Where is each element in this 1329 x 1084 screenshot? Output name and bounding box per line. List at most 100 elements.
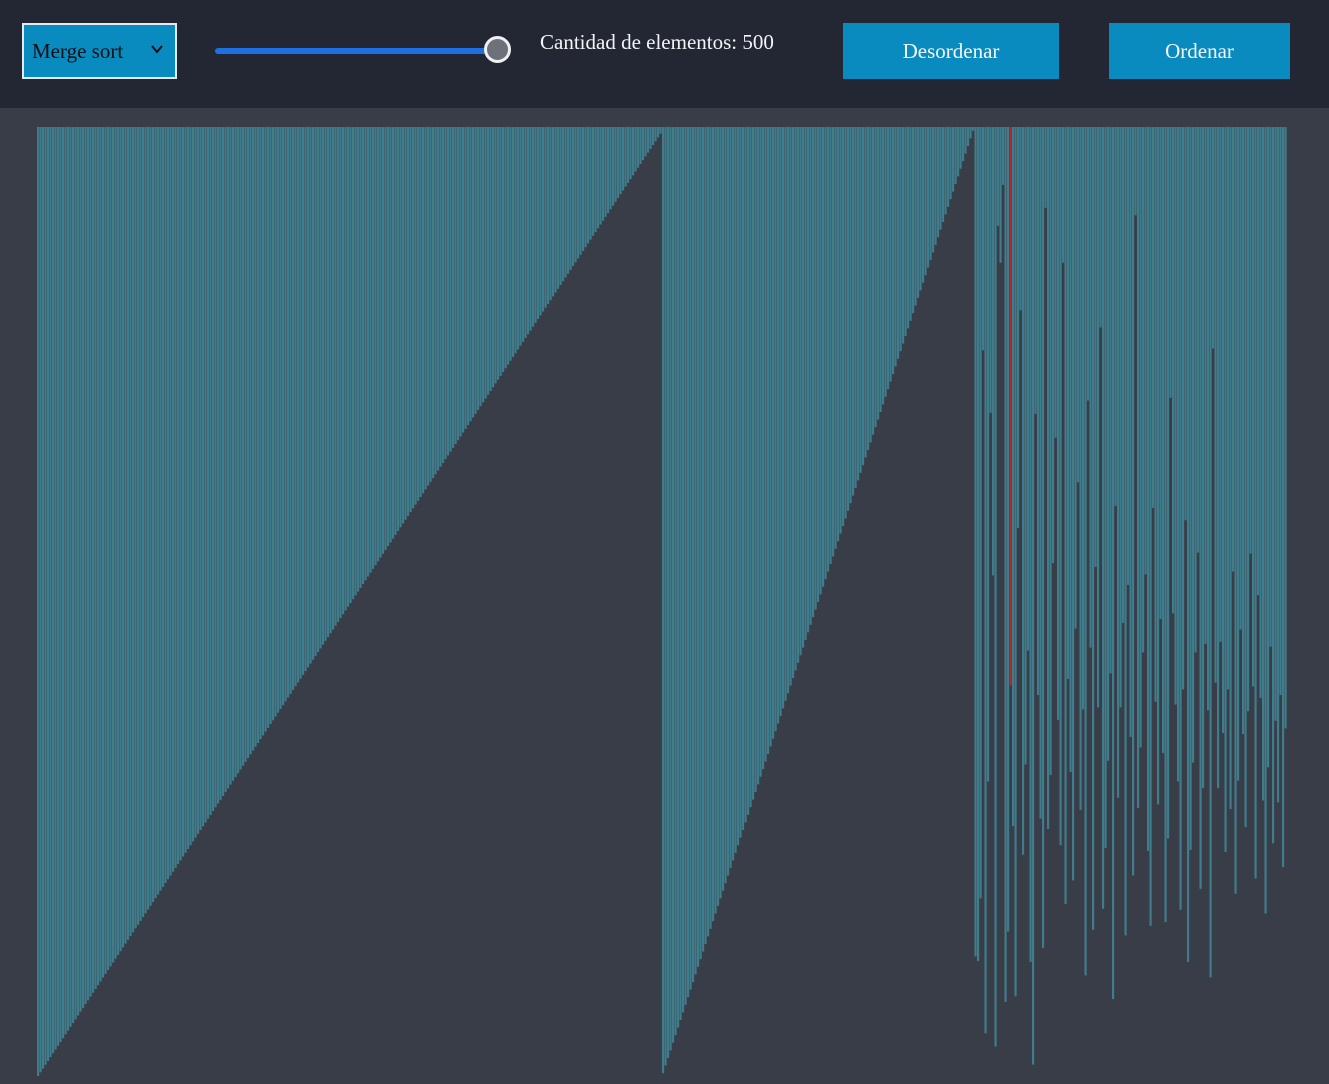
bar (1222, 127, 1225, 734)
bar (94, 127, 97, 989)
bar (52, 127, 55, 1054)
bar (1284, 127, 1287, 729)
bar (539, 127, 542, 316)
sort-button[interactable]: Ordenar (1109, 23, 1290, 79)
bar (474, 127, 477, 414)
bar (972, 127, 975, 131)
bar (462, 127, 465, 433)
bar (1177, 127, 1180, 782)
bar (1224, 127, 1227, 852)
bar (499, 127, 502, 376)
bar (217, 127, 220, 804)
slider-thumb[interactable] (484, 36, 511, 63)
shuffle-button[interactable]: Desordenar (843, 23, 1059, 79)
bar (472, 127, 475, 418)
bar (537, 127, 540, 320)
bar (747, 127, 750, 815)
bar (447, 127, 450, 456)
bar (1087, 127, 1090, 401)
bar (554, 127, 557, 293)
bar (639, 127, 642, 164)
bar (412, 127, 415, 509)
bar (437, 127, 440, 471)
bar (612, 127, 615, 206)
bar (1052, 127, 1055, 564)
bar (137, 127, 140, 925)
bar (1152, 127, 1155, 508)
bar (89, 127, 92, 997)
bar (592, 127, 595, 236)
bar (1127, 127, 1130, 585)
bar (1182, 127, 1185, 690)
bar (442, 127, 445, 463)
bar (764, 127, 767, 762)
bar (322, 127, 325, 645)
bar (1134, 127, 1137, 216)
bar (299, 127, 302, 679)
bar (1124, 127, 1127, 936)
bar (1149, 127, 1152, 926)
bar (647, 127, 650, 153)
bar (1097, 127, 1100, 708)
bar (734, 127, 737, 853)
bar (1147, 127, 1150, 851)
bar (282, 127, 285, 706)
algorithm-select[interactable]: Merge sort (22, 23, 177, 79)
bar (1239, 127, 1242, 630)
bar (147, 127, 150, 910)
bar (162, 127, 165, 887)
bar (754, 127, 757, 792)
bar (92, 127, 95, 993)
bar (327, 127, 330, 637)
bar (189, 127, 192, 846)
bar (1157, 127, 1160, 805)
bar (289, 127, 292, 694)
bar (154, 127, 157, 899)
bar (889, 127, 892, 382)
bar (939, 127, 942, 230)
bar (1047, 127, 1050, 829)
bar (924, 127, 927, 276)
bar (309, 127, 312, 664)
bar (942, 127, 945, 222)
chevron-down-icon (151, 45, 163, 54)
bar (174, 127, 177, 868)
bar (202, 127, 205, 827)
bar (352, 127, 355, 600)
bar (557, 127, 560, 289)
bar (1069, 127, 1072, 773)
bar (417, 127, 420, 501)
bar (509, 127, 512, 361)
bar (1114, 127, 1117, 507)
bar (637, 127, 640, 168)
bar (149, 127, 152, 906)
bar (899, 127, 902, 352)
bar (199, 127, 202, 830)
bar (424, 127, 427, 490)
bar (1062, 127, 1065, 263)
bar (869, 127, 872, 443)
bar (982, 127, 985, 351)
bar (117, 127, 120, 955)
bar (367, 127, 370, 577)
bar (949, 127, 952, 200)
bar (679, 127, 682, 1020)
bar (1279, 127, 1282, 696)
element-count-slider[interactable] (215, 34, 517, 68)
bar (244, 127, 247, 762)
bar (239, 127, 242, 770)
bar (844, 127, 847, 519)
bar (1117, 127, 1120, 798)
bar (1212, 127, 1215, 349)
bar (902, 127, 905, 344)
bar (894, 127, 897, 367)
bar (374, 127, 377, 566)
bar (862, 127, 865, 466)
bar (142, 127, 145, 918)
bar (339, 127, 342, 619)
bar (1072, 127, 1075, 881)
bar (364, 127, 367, 581)
bar (999, 127, 1002, 263)
bar (319, 127, 322, 649)
bar (387, 127, 390, 547)
